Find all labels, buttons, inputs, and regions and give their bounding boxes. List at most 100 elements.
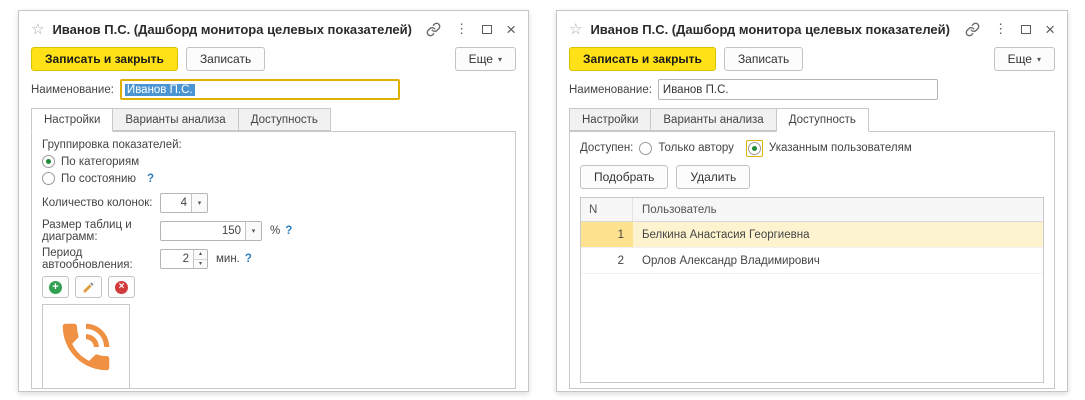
column-header-number[interactable]: N (581, 198, 633, 221)
command-bar: Записать и закрыть Записать Еще ▾ (557, 43, 1067, 77)
table-row[interactable]: 2 Орлов Александр Владимирович (581, 248, 1043, 274)
users-table: N Пользователь 1 Белкина Анастасия Георг… (580, 197, 1044, 383)
help-icon[interactable]: ? (147, 173, 154, 185)
window-title: Иванов П.С. (Дашборд монитора целевых по… (52, 21, 412, 37)
tab-access[interactable]: Доступность (775, 108, 869, 132)
radio-option-by-categories[interactable]: По категориям (42, 155, 505, 168)
name-input[interactable]: Иванов П.С. (119, 79, 400, 100)
save-close-button[interactable]: Записать и закрыть (569, 47, 716, 71)
name-label: Наименование: (31, 83, 114, 96)
refresh-period-value: 2 (182, 253, 189, 265)
refresh-period-label: Период автообновления: (42, 247, 133, 271)
refresh-period-stepper[interactable]: 2 ▴ ▾ (160, 249, 208, 269)
window-dashboard-access: ☆ Иванов П.С. (Дашборд монитора целевых … (556, 10, 1068, 392)
access-label: Доступен: (580, 142, 634, 154)
chevron-down-icon: ▾ (497, 54, 502, 64)
more-button-label: Еще (1007, 52, 1032, 66)
stepper-buttons: ▴ ▾ (193, 250, 207, 268)
remove-user-button[interactable]: Удалить (676, 165, 751, 189)
row-user-cell: Орлов Александр Владимирович (642, 254, 820, 267)
radio-option-by-state[interactable]: По состоянию ? (42, 172, 505, 185)
window-controls: ⋮ × (426, 21, 516, 38)
focus-ring (745, 139, 763, 157)
name-input-selected-text: Иванов П.С. (124, 83, 195, 96)
more-menu-icon[interactable]: ⋮ (455, 21, 468, 37)
columns-count-value: 4 (180, 197, 187, 209)
chevron-down-icon[interactable]: ▾ (191, 194, 207, 212)
access-panel: Доступен: Только автору Указанным пользо… (569, 131, 1055, 389)
favorite-star-icon[interactable]: ☆ (569, 22, 582, 37)
pencil-icon (83, 282, 94, 292)
radio-selected-icon[interactable] (747, 141, 761, 155)
maximize-icon[interactable] (1021, 24, 1032, 34)
edit-button[interactable] (75, 276, 102, 298)
window-dashboard-settings: ☆ Иванов П.С. (Дашборд монитора целевых … (18, 10, 529, 392)
maximize-glyph (1021, 24, 1032, 34)
spin-down-icon[interactable]: ▾ (194, 260, 207, 269)
radio-unselected-icon[interactable] (639, 141, 653, 155)
close-icon[interactable]: × (506, 21, 516, 38)
name-input[interactable]: Иванов П.С. (657, 79, 938, 100)
image-toolbar: + × (42, 276, 505, 298)
columns-count-select[interactable]: 4 ▾ (160, 193, 208, 213)
radio-option-author-only[interactable]: Только автору (639, 141, 734, 155)
name-field-row: Наименование: Иванов П.С. (557, 77, 1067, 108)
radio-option-label: По категориям (61, 155, 140, 168)
more-button[interactable]: Еще ▾ (993, 47, 1055, 71)
row-number-cell: 1 (581, 222, 633, 247)
titlebar: ☆ Иванов П.С. (Дашборд монитора целевых … (557, 11, 1067, 43)
name-field-row: Наименование: Иванов П.С. (19, 77, 528, 108)
delete-icon: × (115, 280, 128, 294)
save-close-button[interactable]: Записать и закрыть (31, 47, 178, 71)
spin-up-icon[interactable]: ▴ (194, 250, 207, 260)
grouping-label: Группировка показателей: (42, 139, 182, 151)
tab-settings[interactable]: Настройки (31, 108, 114, 132)
delete-button[interactable]: × (108, 276, 135, 298)
tab-access[interactable]: Доступность (237, 108, 331, 131)
more-button[interactable]: Еще ▾ (454, 47, 516, 71)
add-button[interactable]: + (42, 276, 69, 298)
columns-count-label: Количество колонок: (42, 197, 153, 209)
dashboard-image[interactable] (42, 304, 130, 388)
refresh-period-row: Период автообновления: 2 ▴ ▾ мин. ? (42, 247, 505, 271)
save-button[interactable]: Записать (723, 47, 804, 71)
more-button-label: Еще (468, 52, 493, 66)
tab-bar: Настройки Варианты анализа Доступность (557, 108, 1067, 132)
pick-users-button[interactable]: Подобрать (580, 165, 669, 189)
column-header-user[interactable]: Пользователь (633, 204, 1043, 216)
access-row: Доступен: Только автору Указанным пользо… (580, 139, 1044, 157)
radio-option-label: Указанным пользователям (768, 142, 912, 154)
tab-bar: Настройки Варианты анализа Доступность (19, 108, 528, 132)
more-menu-icon[interactable]: ⋮ (994, 21, 1007, 37)
save-button[interactable]: Записать (185, 47, 266, 71)
refresh-period-unit-label: мин. (216, 253, 240, 265)
tab-analysis-variants[interactable]: Варианты анализа (650, 108, 777, 131)
columns-count-row: Количество колонок: 4 ▾ (42, 191, 505, 215)
window-title: Иванов П.С. (Дашборд монитора целевых по… (590, 21, 950, 37)
tab-analysis-variants[interactable]: Варианты анализа (112, 108, 239, 131)
radio-option-specified-users[interactable]: Указанным пользователям (745, 139, 912, 157)
users-table-header: N Пользователь (581, 198, 1043, 222)
close-icon[interactable]: × (1045, 21, 1055, 38)
size-unit-label: % (270, 225, 281, 237)
link-icon[interactable] (965, 22, 980, 37)
radio-selected-icon[interactable] (42, 155, 55, 168)
maximize-icon[interactable] (482, 24, 493, 34)
table-row[interactable]: 1 Белкина Анастасия Георгиевна (581, 222, 1043, 248)
table-toolbar: Подобрать Удалить (580, 165, 1044, 189)
radio-unselected-icon[interactable] (42, 172, 55, 185)
titlebar: ☆ Иванов П.С. (Дашборд монитора целевых … (19, 11, 528, 43)
name-input-text: Иванов П.С. (662, 83, 729, 96)
help-icon[interactable]: ? (285, 225, 292, 237)
chevron-down-icon[interactable]: ▾ (245, 222, 261, 240)
add-icon: + (49, 280, 62, 294)
chevron-down-icon: ▾ (1036, 54, 1041, 64)
row-user-cell: Белкина Анастасия Георгиевна (633, 222, 1043, 247)
favorite-star-icon[interactable]: ☆ (31, 22, 44, 37)
help-icon[interactable]: ? (245, 253, 252, 265)
size-select[interactable]: 150 ▾ (160, 221, 262, 241)
tab-settings[interactable]: Настройки (569, 108, 652, 131)
link-icon[interactable] (426, 22, 441, 37)
command-bar: Записать и закрыть Записать Еще ▾ (19, 43, 528, 77)
size-label: Размер таблиц и диаграмм: (42, 219, 132, 243)
